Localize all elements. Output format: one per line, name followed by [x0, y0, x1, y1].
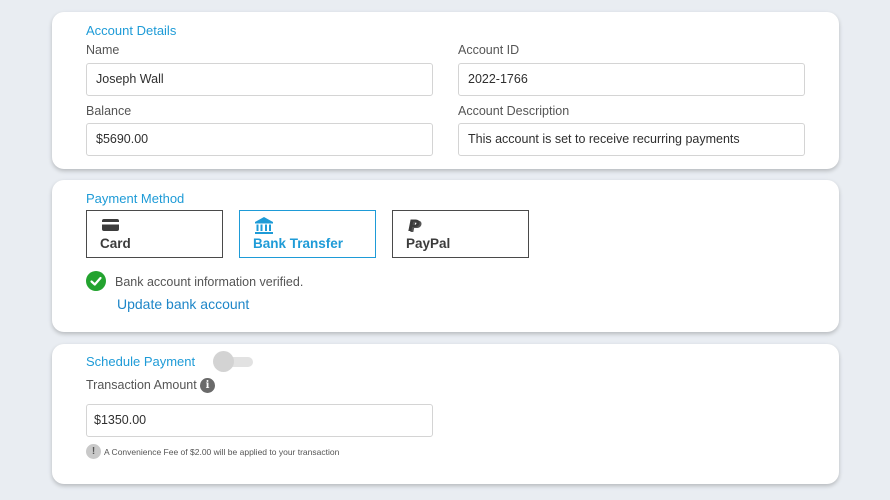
- payment-method-card: Payment Method Card Bank Transfer P P Pa…: [52, 180, 839, 332]
- payment-option-paypal[interactable]: P P PayPal: [392, 210, 529, 258]
- schedule-payment-toggle[interactable]: [213, 351, 253, 372]
- name-field[interactable]: Joseph Wall: [86, 63, 433, 96]
- credit-card-icon: [101, 217, 121, 233]
- balance-field[interactable]: $5690.00: [86, 123, 433, 156]
- exclamation-icon: !: [86, 444, 101, 459]
- convenience-fee-text: A Convenience Fee of $2.00 will be appli…: [104, 447, 340, 457]
- payment-option-paypal-label: PayPal: [406, 236, 451, 251]
- svg-text:P: P: [408, 217, 420, 235]
- info-icon[interactable]: i: [200, 378, 215, 393]
- account-description-label: Account Description: [458, 104, 570, 118]
- payment-option-card-label: Card: [100, 236, 131, 251]
- transaction-amount-label: Transaction Amount: [86, 378, 197, 392]
- name-label: Name: [86, 43, 120, 57]
- balance-label: Balance: [86, 104, 132, 118]
- payment-option-bank-transfer-label: Bank Transfer: [253, 236, 344, 251]
- schedule-payment-title: Schedule Payment: [86, 354, 196, 369]
- toggle-knob: [213, 351, 234, 372]
- payment-method-title: Payment Method: [86, 191, 185, 206]
- payment-option-card[interactable]: Card: [86, 210, 223, 258]
- verified-message: Bank account information verified.: [115, 275, 304, 289]
- bank-icon: [254, 217, 274, 234]
- check-circle-icon: [86, 271, 106, 291]
- payment-option-bank-transfer[interactable]: Bank Transfer: [239, 210, 376, 258]
- paypal-icon: P P: [407, 216, 427, 236]
- account-id-field[interactable]: 2022-1766: [458, 63, 805, 96]
- account-details-card: Account Details Name Joseph Wall Account…: [52, 12, 839, 169]
- account-description-field[interactable]: This account is set to receive recurring…: [458, 123, 805, 156]
- transaction-amount-field[interactable]: $1350.00: [86, 404, 433, 437]
- update-bank-account-link[interactable]: Update bank account: [117, 296, 249, 312]
- account-details-title: Account Details: [86, 23, 177, 38]
- schedule-payment-card: Schedule Payment Transaction Amount i $1…: [52, 344, 839, 484]
- account-id-label: Account ID: [458, 43, 520, 57]
